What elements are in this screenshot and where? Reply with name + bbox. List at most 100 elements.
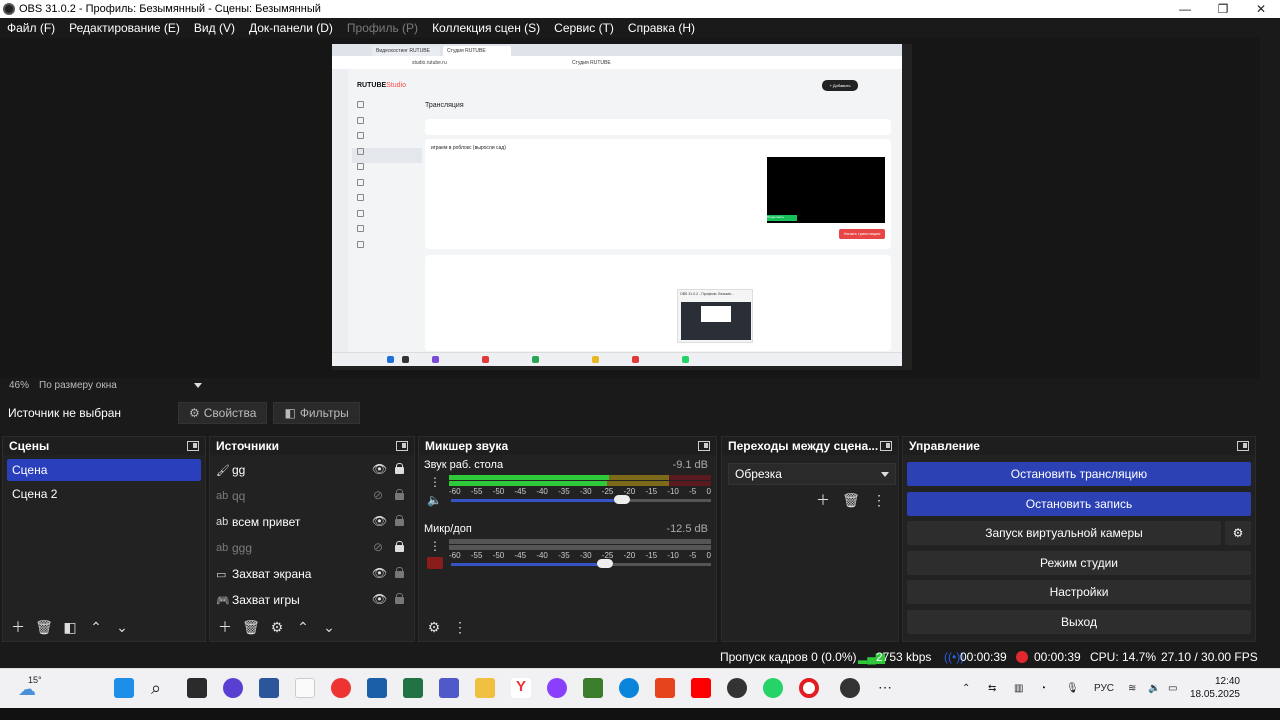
eye-icon[interactable]: 👁 [372,463,387,475]
eye-icon[interactable]: 👁 [372,567,387,579]
speaker-icon[interactable]: 🔈 [427,493,443,507]
filters-button[interactable]: ◧ Фильтры [273,402,360,424]
mixer-menu-icon[interactable]: ⋮ [449,616,471,638]
unlock-icon[interactable] [395,489,404,500]
start-virtual-camera-button[interactable]: Запуск виртуальной камеры [907,521,1221,545]
source-item[interactable]: ▭ Захват экрана 👁 [210,561,414,587]
wifi-icon[interactable]: ≋ [1128,683,1136,694]
winrar-icon[interactable] [583,678,603,698]
kebab-menu-icon[interactable]: ⋮ [429,539,441,553]
advanced-audio-gear-icon[interactable]: ⚙ [423,616,445,638]
yandex-icon[interactable]: Y [511,678,531,698]
file-explorer-icon[interactable] [475,678,495,698]
battery-icon[interactable]: ▭ [1168,683,1177,694]
undock-icon[interactable] [396,441,408,451]
tray-expand-icon[interactable]: ⌃ [962,683,970,694]
add-scene-button[interactable]: ＋ [7,616,29,638]
volume-slider-handle[interactable] [597,559,613,568]
search-icon[interactable]: ⌕ [151,678,171,698]
zoom-mode-select[interactable]: По размеру окна [39,380,194,391]
word-icon[interactable] [259,678,279,698]
properties-button[interactable]: ⚙ Свойства [178,402,268,424]
tray-app-icon[interactable]: ⇆ [988,683,996,694]
remove-scene-button[interactable]: 🗑 [33,616,55,638]
language-indicator[interactable]: РУС [1094,683,1114,694]
move-down-button[interactable]: ⌄ [111,616,133,638]
meet-icon[interactable] [223,678,243,698]
more-apps-icon[interactable]: ⋯ [878,679,892,696]
lock-icon[interactable] [395,463,404,474]
scene-filters-button[interactable]: ◧ [59,616,81,638]
source-item[interactable]: ab всем привет 👁 [210,509,414,535]
eye-icon[interactable]: 👁 [372,593,387,605]
undock-icon[interactable] [1237,441,1249,451]
volume-slider[interactable] [451,499,621,502]
move-up-button[interactable]: ⌃ [292,616,314,638]
transition-menu-icon[interactable]: ⋮ [868,489,890,511]
teams-icon[interactable] [439,678,459,698]
eye-icon[interactable]: 👁 [372,515,387,527]
add-source-button[interactable]: ＋ [214,616,236,638]
menu-view[interactable]: Вид (V) [187,21,242,35]
add-transition-button[interactable]: ＋ [812,489,834,511]
edge-icon[interactable] [619,678,639,698]
shield-icon[interactable] [727,678,747,698]
unlock-icon[interactable] [395,515,404,526]
system-clock[interactable]: 12:40 18.05.2025 [1190,675,1240,701]
task-view-icon[interactable] [187,678,207,698]
speaker-muted-icon[interactable] [427,557,443,569]
volume-slider-handle[interactable] [614,495,630,504]
menu-edit[interactable]: Редактирование (E) [62,21,187,35]
opera-icon[interactable] [799,678,819,698]
menu-scene-collection[interactable]: Коллекция сцен (S) [425,21,547,35]
unlock-icon[interactable] [395,593,404,604]
unlock-icon[interactable] [395,567,404,578]
undock-icon[interactable] [880,441,892,451]
settings-button[interactable]: Настройки [907,580,1251,604]
undock-icon[interactable] [698,441,710,451]
menu-help[interactable]: Справка (H) [621,21,702,35]
source-item[interactable]: ab qq ⊘ [210,483,414,509]
virtual-camera-gear-icon[interactable]: ⚙ [1225,521,1251,545]
undock-icon[interactable] [187,441,199,451]
tray-app-icon[interactable]: ◔ [1040,683,1046,694]
volume-slider[interactable] [451,563,601,566]
scene-item[interactable]: Сцена [7,459,201,481]
windows-start-icon[interactable] [114,678,134,698]
volume-icon[interactable]: 🔉 [1148,683,1160,694]
lock-icon[interactable] [395,541,404,552]
kebab-menu-icon[interactable]: ⋮ [429,475,441,489]
alice-icon[interactable] [547,678,567,698]
microphone-icon[interactable]: 🎙 [1066,683,1079,694]
chevron-down-icon[interactable] [194,382,202,388]
eye-off-icon[interactable]: ⊘ [372,541,384,553]
minimize-button[interactable]: — [1166,0,1204,18]
whatsapp-icon[interactable] [763,678,783,698]
source-item[interactable]: ab ggg ⊘ [210,535,414,561]
source-properties-button[interactable]: ⚙ [266,616,288,638]
scene-item[interactable]: Сцена 2 [7,483,201,505]
app-icon[interactable] [367,678,387,698]
youtube-icon[interactable] [691,678,711,698]
move-up-button[interactable]: ⌃ [85,616,107,638]
excel-icon[interactable] [403,678,423,698]
menu-file[interactable]: Файл (F) [0,21,62,35]
close-button[interactable]: ✕ [1242,0,1280,18]
source-item[interactable]: 🎮 Захват игры 👁 [210,587,414,613]
stop-recording-button[interactable]: Остановить запись [907,492,1251,516]
source-item[interactable]: 🖌 gg 👁 [210,457,414,483]
menu-tools[interactable]: Сервис (T) [547,21,621,35]
remove-transition-button[interactable]: 🗑 [840,489,862,511]
move-down-button[interactable]: ⌄ [318,616,340,638]
remove-source-button[interactable]: 🗑 [240,616,262,638]
yandex-browser-icon[interactable] [331,678,351,698]
notepad-icon[interactable] [295,678,315,698]
office-icon[interactable] [655,678,675,698]
maximize-button[interactable]: ❐ [1204,0,1242,18]
obs-taskbar-icon[interactable] [840,678,860,698]
menu-docks[interactable]: Док-панели (D) [242,21,340,35]
stop-stream-button[interactable]: Остановить трансляцию [907,462,1251,486]
tray-app-icon[interactable]: ▥ [1014,683,1023,694]
transition-select[interactable]: Обрезка [728,463,896,485]
eye-off-icon[interactable]: ⊘ [372,489,384,501]
